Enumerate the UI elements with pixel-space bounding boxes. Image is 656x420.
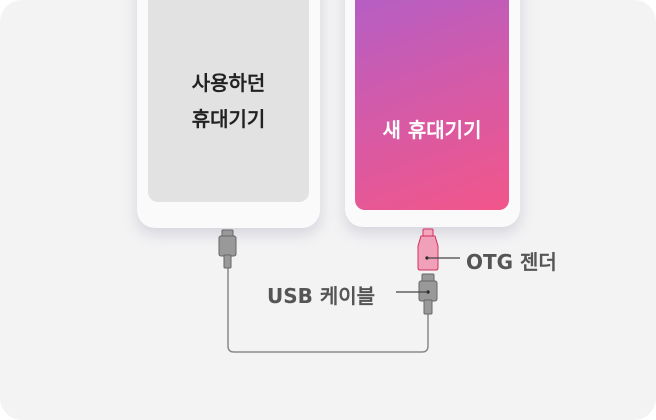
- otg-gender-icon: [417, 228, 460, 271]
- right-usb-plug-icon: [396, 273, 438, 315]
- connection-diagram: [218, 228, 460, 353]
- diagram-card: 사용하던 휴대기기 새 휴대기기 OTG 젠더 USB 케이블: [0, 0, 656, 420]
- otg-gender-label: OTG 젠더: [466, 250, 557, 274]
- left-usb-plug-icon: [218, 229, 237, 269]
- usb-cable-label: USB 케이블: [267, 284, 376, 308]
